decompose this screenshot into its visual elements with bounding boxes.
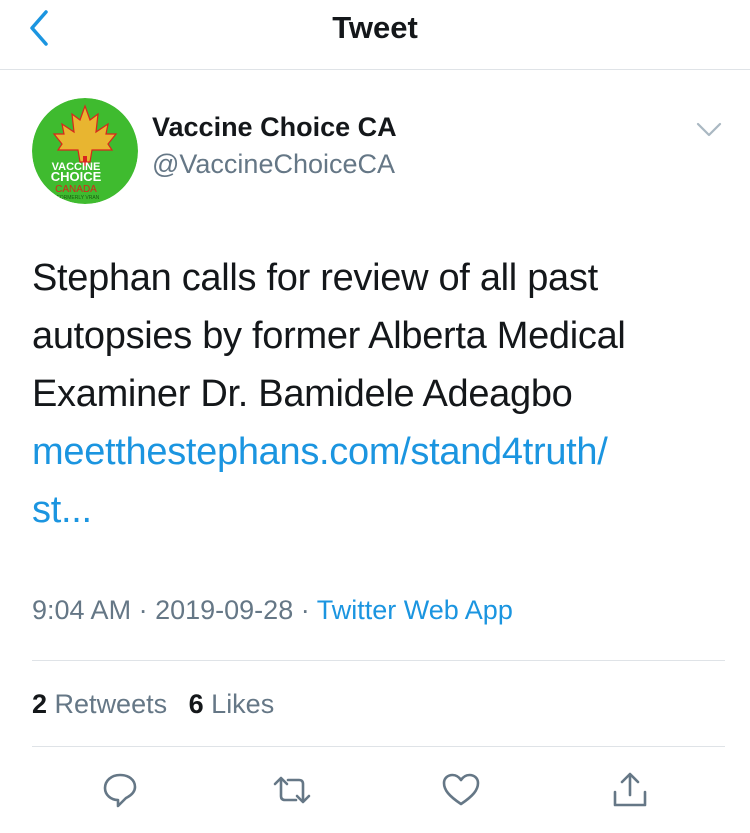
- share-icon[interactable]: [610, 770, 650, 810]
- tweet-time: 9:04 AM: [32, 595, 132, 625]
- tweet-text-line: autopsies by former Alberta Medical: [32, 315, 626, 357]
- like-icon[interactable]: [441, 770, 481, 810]
- avatar-text-4: FORMERLY VRAN: [57, 195, 100, 201]
- tweet-link-continued[interactable]: st...: [32, 481, 722, 539]
- reply-icon[interactable]: [100, 770, 140, 810]
- tweet-meta: 9:04 AM · 2019-09-28 · Twitter Web App: [32, 590, 513, 630]
- top-bar: Tweet: [0, 0, 750, 70]
- retweets-count: 2: [32, 689, 48, 719]
- avatar-text-3: CANADA: [55, 184, 97, 195]
- meta-separator: ·: [138, 595, 148, 625]
- likes-stat[interactable]: 6 Likes: [189, 689, 275, 719]
- avatar-text-2: CHOICE: [51, 169, 102, 184]
- tweet-text: Stephan calls for review of all past aut…: [32, 249, 722, 539]
- tweet-date: 2019-09-28: [155, 595, 294, 625]
- tweet-actions: [0, 770, 750, 810]
- likes-label: Likes: [211, 689, 275, 719]
- caret-down-icon[interactable]: [696, 118, 722, 140]
- meta-separator: ·: [300, 595, 310, 625]
- retweet-icon[interactable]: [272, 770, 312, 810]
- tweet-text-line: Stephan calls for review of all past: [32, 257, 598, 299]
- retweets-label: Retweets: [54, 689, 168, 719]
- retweets-stat[interactable]: 2 Retweets: [32, 689, 167, 719]
- divider: [32, 660, 725, 661]
- tweet-text-line: Examiner Dr. Bamidele Adeagbo: [32, 373, 573, 415]
- avatar[interactable]: VACCINE CHOICE CANADA FORMERLY VRAN: [32, 98, 138, 204]
- tweet-link[interactable]: meetthestephans.com/stand4truth/: [32, 423, 722, 481]
- likes-count: 6: [188, 689, 204, 719]
- tweet-stats: 2 Retweets 6 Likes: [32, 684, 288, 724]
- divider: [32, 746, 725, 747]
- display-name[interactable]: Vaccine Choice CA: [152, 109, 397, 145]
- tweet-source-link[interactable]: Twitter Web App: [317, 595, 513, 625]
- user-handle[interactable]: @VaccineChoiceCA: [152, 146, 395, 182]
- page-title: Tweet: [332, 10, 418, 45]
